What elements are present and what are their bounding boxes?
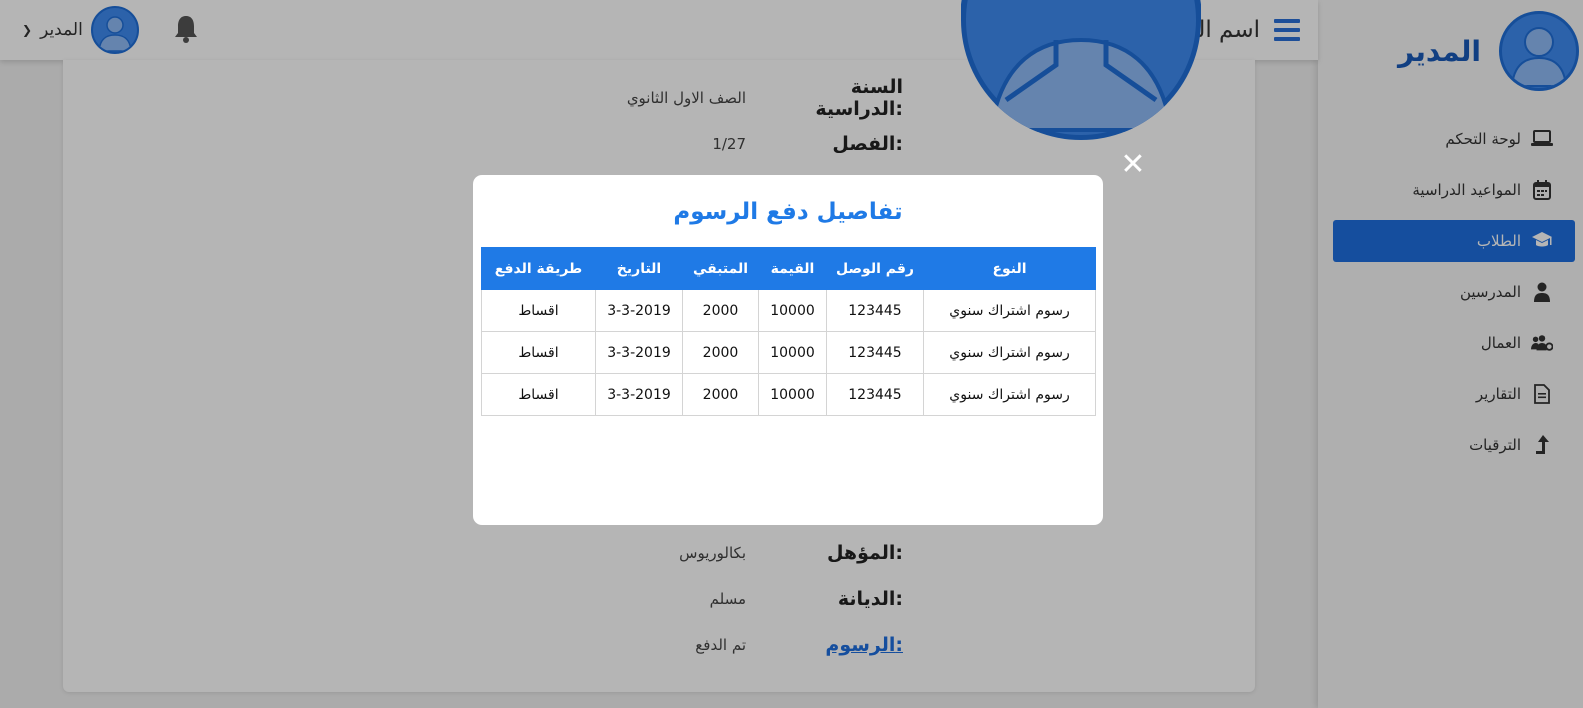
fees-table: النوع رقم الوصل القيمة المتبقي التاريخ ط… (481, 247, 1096, 416)
table-cell: اقساط (481, 331, 596, 374)
table-cell: 3-3-2019 (595, 331, 683, 374)
table-cell: 10000 (758, 331, 827, 374)
table-cell: 10000 (758, 289, 827, 332)
table-cell: 2000 (682, 331, 759, 374)
table-row: رسوم اشتراك سنوي 123445 10000 2000 3-3-2… (481, 289, 1096, 332)
table-header-row: النوع رقم الوصل القيمة المتبقي التاريخ ط… (481, 247, 1096, 290)
modal-title: تفاصيل دفع الرسوم (673, 199, 903, 225)
table-cell: 123445 (826, 289, 924, 332)
fees-details-modal: تفاصيل دفع الرسوم النوع رقم الوصل القيمة… (473, 175, 1103, 525)
table-cell: 10000 (758, 373, 827, 416)
table-cell: رسوم اشتراك سنوي (923, 289, 1096, 332)
column-header: النوع (923, 247, 1096, 290)
table-cell: 123445 (826, 373, 924, 416)
table-cell: 2000 (682, 373, 759, 416)
column-header: القيمة (758, 247, 827, 290)
table-cell: 3-3-2019 (595, 373, 683, 416)
column-header: المتبقي (682, 247, 759, 290)
table-cell: 123445 (826, 331, 924, 374)
column-header: طريقة الدفع (481, 247, 596, 290)
table-cell: اقساط (481, 373, 596, 416)
table-row: رسوم اشتراك سنوي 123445 10000 2000 3-3-2… (481, 331, 1096, 374)
table-cell: رسوم اشتراك سنوي (923, 331, 1096, 374)
column-header: التاريخ (595, 247, 683, 290)
close-icon[interactable]: ✕ (1118, 150, 1148, 180)
table-cell: 3-3-2019 (595, 289, 683, 332)
table-cell: رسوم اشتراك سنوي (923, 373, 1096, 416)
table-cell: اقساط (481, 289, 596, 332)
column-header: رقم الوصل (826, 247, 924, 290)
table-row: رسوم اشتراك سنوي 123445 10000 2000 3-3-2… (481, 373, 1096, 416)
table-cell: 2000 (682, 289, 759, 332)
